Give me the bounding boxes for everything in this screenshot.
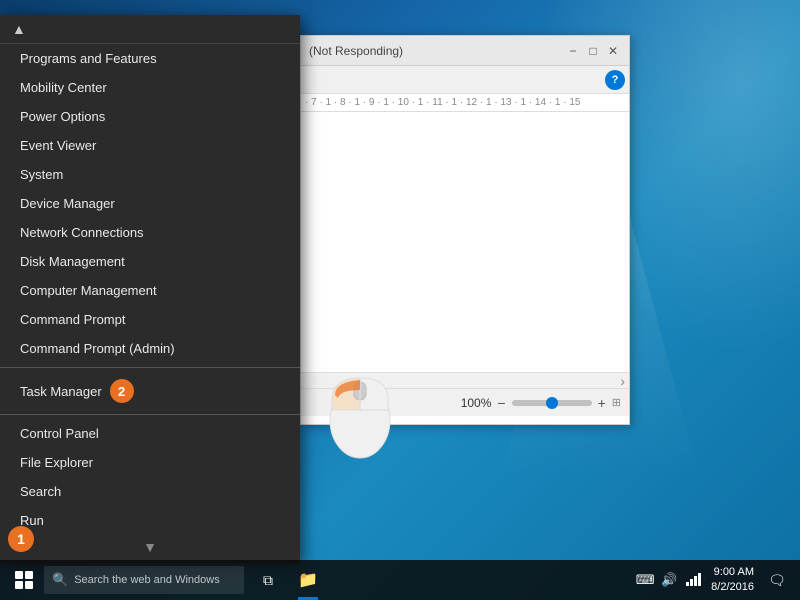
start-button[interactable] (4, 560, 44, 600)
menu-item-power-options[interactable]: Power Options (0, 102, 300, 131)
titlebar-controls: − □ ✕ (565, 43, 621, 59)
clock-date: 8/2/2016 (711, 580, 754, 595)
desktop: Recycle Bin (Not Responding) − □ ✕ ? · 7… (0, 0, 800, 600)
notepad-title: (Not Responding) (309, 44, 403, 58)
task-view-icon: ⧉ (263, 572, 273, 589)
badge-1: 1 (8, 526, 34, 552)
separator-1 (0, 367, 300, 368)
menu-item-search[interactable]: Search (0, 477, 300, 506)
zoom-in-icon[interactable]: + (598, 395, 606, 411)
menu-item-run[interactable]: Run (0, 506, 300, 535)
menu-item-computer-management[interactable]: Computer Management (0, 276, 300, 305)
zoom-slider[interactable] (512, 400, 592, 406)
network-icon[interactable] (683, 570, 703, 590)
context-menu-header: ▲ (0, 15, 300, 44)
mouse-illustration (320, 360, 400, 460)
zoom-expand-icon[interactable]: ⊞ (612, 396, 621, 409)
search-placeholder: Search the web and Windows (74, 574, 220, 586)
menu-item-command-prompt-admin[interactable]: Command Prompt (Admin) (0, 334, 300, 363)
notepad-titlebar: (Not Responding) − □ ✕ (301, 36, 629, 66)
menu-item-command-prompt[interactable]: Command Prompt (0, 305, 300, 334)
file-explorer-icon: 📁 (298, 570, 318, 590)
arrow-up-icon[interactable]: ▲ (12, 21, 26, 37)
notepad-ruler: · 7 · 1 · 8 · 1 · 9 · 1 · 10 · 1 · 11 · … (301, 94, 629, 112)
menu-item-file-explorer[interactable]: File Explorer (0, 448, 300, 477)
close-button[interactable]: ✕ (605, 43, 621, 59)
context-menu: ▲ Programs and Features Mobility Center … (0, 15, 300, 563)
maximize-button[interactable]: □ (585, 43, 601, 59)
task-view-button[interactable]: ⧉ (248, 560, 288, 600)
volume-icon[interactable]: 🔊 (659, 570, 679, 590)
zoom-out-icon[interactable]: − (497, 395, 505, 411)
keyboard-icon[interactable]: ⌨ (635, 570, 655, 590)
zoom-thumb (546, 397, 558, 409)
zoom-level: 100% (461, 396, 492, 410)
windows-logo-icon (15, 571, 33, 589)
menu-item-programs-features[interactable]: Programs and Features (0, 44, 300, 73)
notepad-toolbar: ? (301, 66, 629, 94)
menu-item-network-connections[interactable]: Network Connections (0, 218, 300, 247)
menu-item-task-manager[interactable]: Task Manager 2 (0, 372, 300, 410)
taskbar-search-bar[interactable]: 🔍 Search the web and Windows (44, 566, 244, 594)
menu-item-system[interactable]: System (0, 160, 300, 189)
minimize-button[interactable]: − (565, 43, 581, 59)
clock-time: 9:00 AM (711, 565, 754, 580)
scroll-right-icon[interactable]: › (620, 373, 625, 389)
task-manager-label: Task Manager (20, 384, 102, 399)
menu-item-event-viewer[interactable]: Event Viewer (0, 131, 300, 160)
search-icon: 🔍 (52, 572, 68, 588)
notification-icon: 🗨 (768, 572, 786, 589)
arrow-down-icon[interactable]: ▼ (143, 539, 157, 555)
badge-2: 2 (110, 379, 134, 403)
menu-item-device-manager[interactable]: Device Manager (0, 189, 300, 218)
taskbar-file-explorer[interactable]: 📁 (288, 560, 328, 600)
help-button[interactable]: ? (605, 70, 625, 90)
menu-item-mobility-center[interactable]: Mobility Center (0, 73, 300, 102)
menu-item-disk-management[interactable]: Disk Management (0, 247, 300, 276)
context-menu-footer: ▼ (0, 535, 300, 559)
taskbar-tray: ⌨ 🔊 9:00 AM 8/2/2016 🗨 (635, 560, 796, 600)
taskbar: 🔍 Search the web and Windows ⧉ 📁 ⌨ 🔊 (0, 560, 800, 600)
separator-2 (0, 414, 300, 415)
notepad-content (301, 112, 629, 372)
taskbar-clock[interactable]: 9:00 AM 8/2/2016 (707, 565, 758, 596)
menu-item-control-panel[interactable]: Control Panel (0, 419, 300, 448)
notification-center-button[interactable]: 🗨 (762, 560, 792, 600)
